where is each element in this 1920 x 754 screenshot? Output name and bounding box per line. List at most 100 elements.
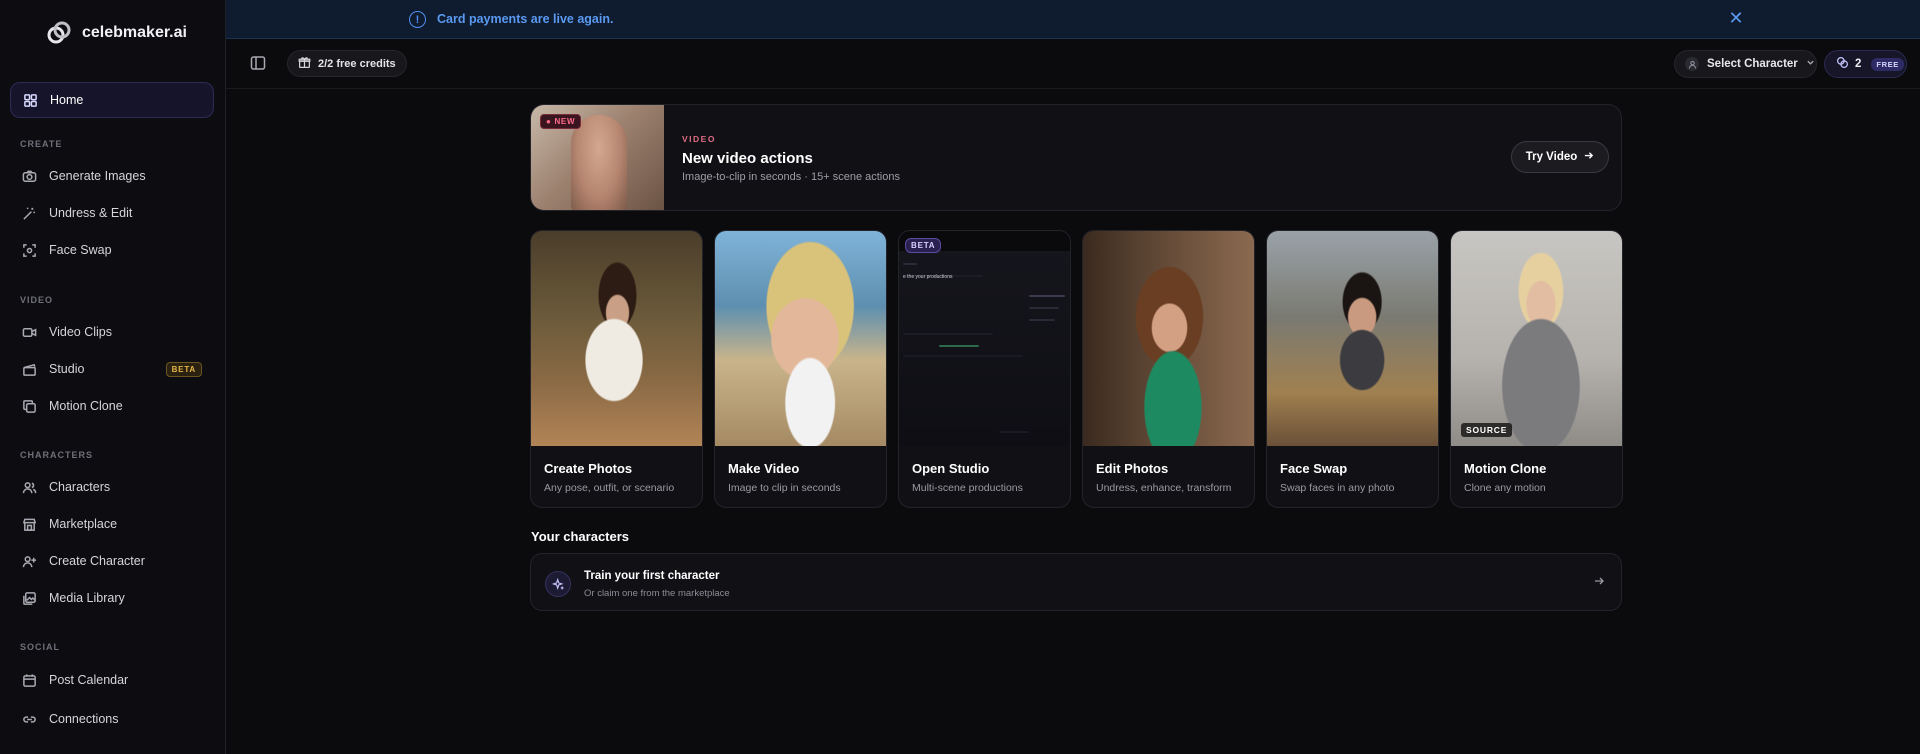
card-image — [715, 231, 886, 446]
card-subtitle: Undress, enhance, transform — [1096, 482, 1232, 494]
card-title: Motion Clone — [1464, 461, 1547, 476]
card-title: Make Video — [728, 461, 800, 476]
section-label-social: SOCIAL — [20, 642, 61, 652]
card-title: Create Photos — [544, 461, 633, 476]
sidebar-item-post-calendar[interactable]: Post Calendar — [10, 662, 214, 698]
section-label-characters: CHARACTERS — [20, 450, 93, 460]
sidebar-item-studio[interactable]: Studio BETA — [10, 351, 214, 387]
hero-subtitle: Image-to-clip in seconds · 15+ scene act… — [682, 171, 900, 183]
train-character-title: Train your first character — [584, 570, 720, 582]
source-tag: SOURCE — [1461, 423, 1513, 437]
sidebar-toggle-icon[interactable] — [250, 55, 268, 71]
video-camera-icon — [21, 324, 37, 340]
sidebar-item-label: Characters — [49, 480, 111, 494]
chevron-down-icon — [1806, 58, 1815, 70]
card-edit-photos[interactable]: Edit Photos Undress, enhance, transform — [1082, 230, 1255, 508]
card-make-video[interactable]: Make Video Image to clip in seconds — [714, 230, 887, 508]
card-face-swap[interactable]: Face Swap Swap faces in any photo — [1266, 230, 1439, 508]
sidebar-item-characters[interactable]: Characters — [10, 469, 214, 505]
link-icon — [21, 711, 37, 727]
section-label-create: CREATE — [20, 139, 63, 149]
sparkles-icon — [545, 571, 571, 597]
top-bar: 2/2 free credits Select Character 2 FREE — [226, 39, 1920, 89]
try-video-button[interactable]: Try Video — [1511, 141, 1609, 173]
card-title: Edit Photos — [1096, 461, 1169, 476]
users-icon — [21, 479, 37, 495]
card-image: e the your productions — [899, 231, 1070, 446]
sidebar-item-undress-edit[interactable]: Undress & Edit — [10, 195, 214, 231]
card-create-photos[interactable]: Create Photos Any pose, outfit, or scena… — [530, 230, 703, 508]
studio-preview-text: e the your productions — [903, 274, 953, 280]
sidebar-item-label: Create Character — [49, 554, 145, 568]
sidebar-item-label: Marketplace — [49, 517, 118, 531]
card-image — [1267, 231, 1438, 446]
card-motion-clone[interactable]: SOURCE Motion Clone Clone any motion — [1450, 230, 1623, 508]
new-video-actions-banner[interactable]: ● NEW VIDEO New video actions Image-to-c… — [530, 104, 1622, 211]
magic-wand-icon — [21, 205, 37, 221]
card-subtitle: Swap faces in any photo — [1280, 482, 1395, 494]
select-character-dropdown[interactable]: Select Character — [1674, 50, 1817, 78]
sidebar: celebmaker.ai Home CREATE Generate Image… — [0, 0, 226, 754]
arrow-right-icon — [1593, 574, 1605, 590]
studio-preview — [899, 251, 1070, 446]
sidebar-item-label: Home — [50, 93, 84, 107]
card-subtitle: Multi-scene productions — [912, 482, 1023, 494]
your-characters-heading: Your characters — [531, 529, 630, 544]
section-label-video: VIDEO — [20, 295, 54, 305]
hero-kicker: VIDEO — [682, 134, 716, 144]
sidebar-item-label: Post Calendar — [49, 673, 129, 687]
info-icon: ! — [409, 11, 426, 28]
sidebar-item-home[interactable]: Home — [10, 82, 214, 118]
sidebar-item-label: Connections — [49, 712, 119, 726]
camera-icon — [21, 168, 37, 184]
sidebar-item-label: Media Library — [49, 591, 125, 605]
sidebar-item-label: Video Clips — [49, 325, 113, 339]
images-icon — [21, 590, 37, 606]
sidebar-item-motion-clone[interactable]: Motion Clone — [10, 388, 214, 424]
card-title: Open Studio — [912, 461, 990, 476]
beta-badge: BETA — [165, 361, 202, 377]
sidebar-item-media-library[interactable]: Media Library — [10, 580, 214, 616]
beta-badge: BETA — [905, 238, 942, 253]
sidebar-item-marketplace[interactable]: Marketplace — [10, 506, 214, 542]
user-plus-icon — [21, 553, 37, 569]
coin-count: 2 — [1855, 58, 1862, 70]
banner-text: Card payments are live again. — [437, 12, 614, 26]
card-image — [1451, 231, 1622, 446]
grid-icon — [22, 92, 38, 108]
card-subtitle: Any pose, outfit, or scenario — [544, 482, 675, 494]
coin-balance-pill[interactable]: 2 FREE — [1824, 50, 1907, 78]
brand-name: celebmaker.ai — [82, 24, 187, 41]
sidebar-item-generate-images[interactable]: Generate Images — [10, 158, 214, 194]
sidebar-item-create-character[interactable]: Create Character — [10, 543, 214, 579]
face-scan-icon — [21, 242, 37, 258]
card-subtitle: Image to clip in seconds — [728, 482, 841, 494]
close-icon[interactable]: ✕ — [1726, 8, 1746, 28]
sidebar-item-connections[interactable]: Connections — [10, 701, 214, 737]
card-title: Face Swap — [1280, 461, 1348, 476]
sidebar-item-label: Studio — [49, 362, 85, 376]
credits-label: 2/2 free credits — [318, 57, 396, 70]
app-root: celebmaker.ai Home CREATE Generate Image… — [0, 0, 1920, 754]
hero-title: New video actions — [682, 150, 813, 167]
card-open-studio[interactable]: e the your productions BETA Open Studio … — [898, 230, 1071, 508]
coins-icon — [1836, 56, 1849, 72]
arrow-right-icon — [1583, 150, 1594, 164]
card-image — [1083, 231, 1254, 446]
card-subtitle: Clone any motion — [1464, 482, 1546, 494]
user-icon — [1685, 57, 1699, 71]
copy-icon — [21, 398, 37, 414]
sidebar-item-video-clips[interactable]: Video Clips — [10, 314, 214, 350]
sidebar-item-label: Face Swap — [49, 243, 112, 257]
announcement-banner: ! Card payments are live again. ✕ — [226, 0, 1920, 39]
gift-icon — [298, 56, 311, 72]
try-video-label: Try Video — [1525, 151, 1578, 163]
logo-icon — [46, 20, 72, 46]
select-character-label: Select Character — [1707, 58, 1798, 70]
brand[interactable]: celebmaker.ai — [0, 0, 225, 66]
train-character-row[interactable]: Train your first character Or claim one … — [530, 553, 1622, 611]
sidebar-item-face-swap[interactable]: Face Swap — [10, 232, 214, 268]
sidebar-item-label: Undress & Edit — [49, 206, 133, 220]
store-icon — [21, 516, 37, 532]
free-credits-pill[interactable]: 2/2 free credits — [287, 50, 407, 77]
